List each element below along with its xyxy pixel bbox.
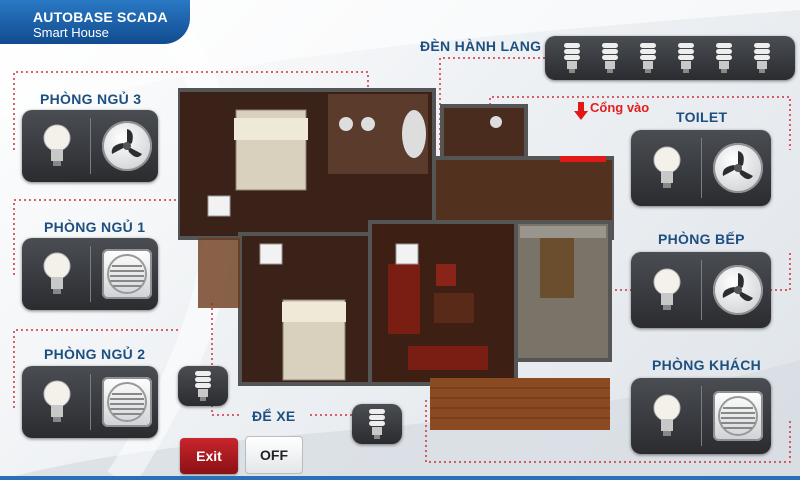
panel-bedroom1 <box>22 238 158 310</box>
bottom-bar <box>0 476 800 480</box>
label-bedroom3: PHÒNG NGỦ 3 <box>40 91 142 107</box>
lightbulb-icon <box>653 394 681 436</box>
bedroom1-light-button[interactable] <box>42 250 72 303</box>
cfl-bulb-icon <box>754 43 770 73</box>
vent-icon <box>107 254 147 294</box>
bedroom2-light-button[interactable] <box>42 378 72 431</box>
vent-icon <box>107 382 147 422</box>
label-kitchen: PHÒNG BẾP <box>658 231 745 247</box>
kitchen-fan-button[interactable] <box>713 265 763 315</box>
panel-hallway <box>545 36 795 80</box>
cfl-bulb-icon <box>369 409 385 439</box>
label-bedroom1: PHÒNG NGỦ 1 <box>44 219 146 235</box>
panel-living <box>631 378 771 454</box>
floor-plan <box>178 88 614 430</box>
fan-icon <box>722 151 753 180</box>
hallway-light-5-button[interactable] <box>713 41 735 80</box>
lightbulb-icon <box>43 380 71 422</box>
lightbulb-icon <box>43 124 71 166</box>
vent-icon <box>718 396 758 436</box>
hallway-light-2-button[interactable] <box>599 41 621 80</box>
label-bedroom2: PHÒNG NGỦ 2 <box>44 346 146 362</box>
lightbulb-icon <box>653 146 681 188</box>
label-hallway: ĐÈN HÀNH LANG <box>420 38 542 54</box>
entrance-text: Cổng vào <box>590 100 650 115</box>
cfl-bulb-icon <box>716 43 732 73</box>
fan-icon <box>722 273 753 302</box>
panel-bedroom3 <box>22 110 158 182</box>
hallway-light-4-button[interactable] <box>675 41 697 80</box>
hallway-light-1-button[interactable] <box>561 41 583 80</box>
panel-toilet <box>631 130 771 206</box>
living-ac-button[interactable] <box>713 391 763 441</box>
garage-light-2-button[interactable] <box>366 407 388 446</box>
kitchen-light-button[interactable] <box>652 266 682 319</box>
label-garage: ĐỂ XE <box>252 408 296 424</box>
panel-garage-light-2 <box>352 404 402 444</box>
bedroom3-fan-button[interactable] <box>102 121 152 171</box>
lightbulb-icon <box>653 268 681 310</box>
hallway-light-6-button[interactable] <box>751 41 773 80</box>
label-toilet: TOILET <box>676 109 728 125</box>
cfl-bulb-icon <box>602 43 618 73</box>
living-light-button[interactable] <box>652 392 682 445</box>
panel-kitchen <box>631 252 771 328</box>
panel-garage-light-1 <box>178 366 228 406</box>
lightbulb-icon <box>43 252 71 294</box>
cfl-bulb-icon <box>678 43 694 73</box>
bedroom2-ac-button[interactable] <box>102 377 152 427</box>
panel-bedroom2 <box>22 366 158 438</box>
toilet-light-button[interactable] <box>652 144 682 197</box>
exit-button[interactable]: Exit <box>180 438 238 474</box>
bedroom1-ac-button[interactable] <box>102 249 152 299</box>
garage-light-1-button[interactable] <box>192 369 214 408</box>
off-button[interactable]: OFF <box>245 436 303 474</box>
bedroom3-light-button[interactable] <box>42 122 72 175</box>
cfl-bulb-icon <box>195 371 211 401</box>
cfl-bulb-icon <box>564 43 580 73</box>
entrance-label: Cổng vào <box>574 100 650 120</box>
cfl-bulb-icon <box>640 43 656 73</box>
toilet-fan-button[interactable] <box>713 143 763 193</box>
fan-icon <box>111 129 142 158</box>
arrow-down-icon <box>574 102 588 120</box>
hallway-light-3-button[interactable] <box>637 41 659 80</box>
label-living: PHÒNG KHÁCH <box>652 357 762 373</box>
